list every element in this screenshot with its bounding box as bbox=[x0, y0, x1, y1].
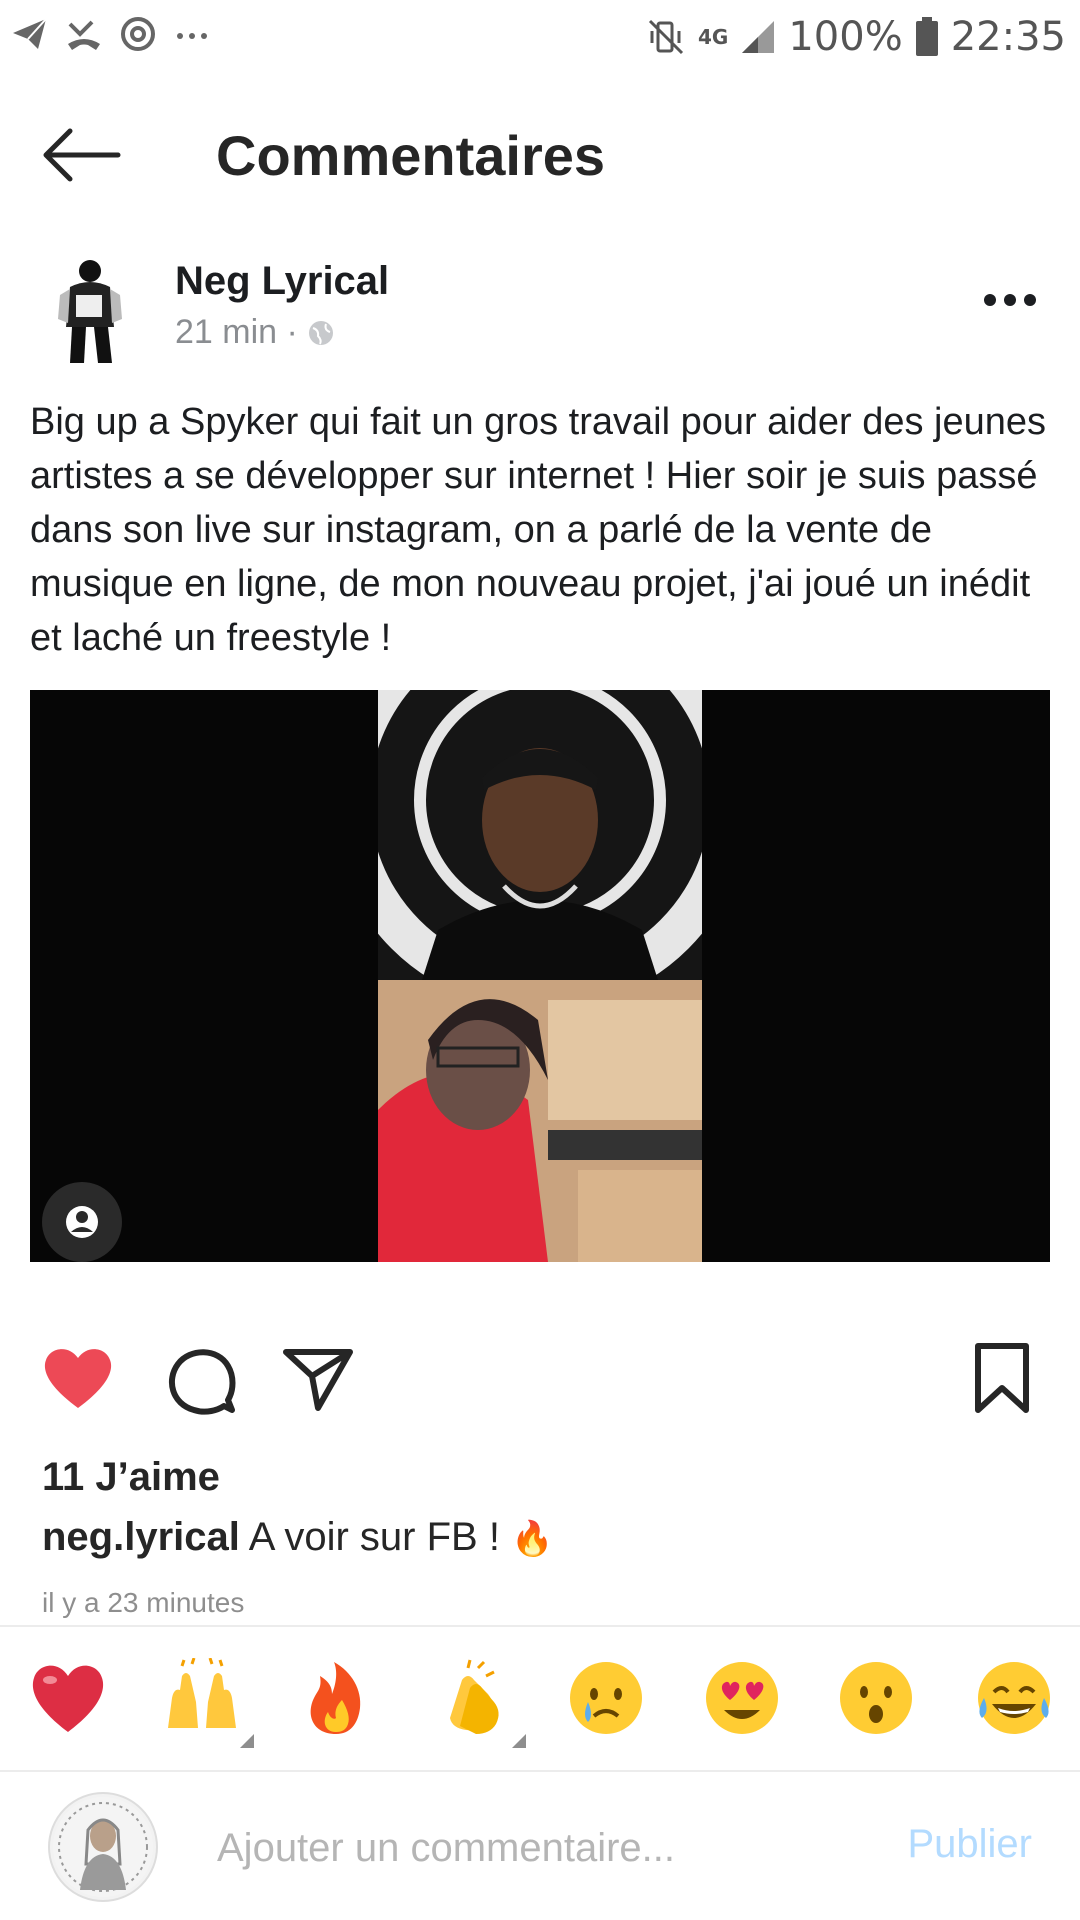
comment-composer: Publier bbox=[0, 1772, 1080, 1920]
post-meta: 21 min · bbox=[175, 313, 336, 352]
quick-reactions bbox=[0, 1630, 1080, 1770]
status-bar: 4G 100% 22:35 bbox=[0, 0, 1080, 80]
divider bbox=[0, 1625, 1080, 1627]
live-video-top bbox=[330, 690, 750, 1010]
mute-vibrate-icon bbox=[648, 19, 684, 55]
page-title: Commentaires bbox=[216, 124, 606, 187]
comment-icon[interactable] bbox=[162, 1340, 238, 1416]
author-avatar[interactable] bbox=[40, 255, 140, 367]
globe-icon bbox=[308, 320, 333, 345]
caption: neg.lyrical A voir sur FB ! 🔥 bbox=[42, 1515, 553, 1560]
likes-count[interactable]: 11 J’aime bbox=[42, 1455, 220, 1500]
app-header: Commentaires bbox=[0, 95, 1080, 215]
surprised-face-emoji[interactable] bbox=[836, 1658, 916, 1738]
time-ago: il y a 23 minutes bbox=[42, 1587, 245, 1618]
post-text: Big up a Spyker qui fait un gros travail… bbox=[30, 401, 1047, 659]
battery-icon bbox=[915, 17, 938, 56]
post-media[interactable] bbox=[30, 690, 1050, 1262]
clapping-hands-emoji[interactable] bbox=[432, 1658, 512, 1738]
battery-percent: 100% bbox=[788, 14, 903, 60]
bookmark-icon[interactable] bbox=[970, 1340, 1034, 1416]
caption-text: A voir sur FB ! bbox=[248, 1515, 512, 1559]
raising-hands-emoji[interactable] bbox=[162, 1658, 242, 1738]
clock: 22:35 bbox=[950, 14, 1066, 60]
more-notifications-icon bbox=[177, 33, 207, 39]
fire-emoji: 🔥 bbox=[511, 1520, 554, 1558]
heart-icon[interactable] bbox=[40, 1340, 116, 1416]
heart-eyes-emoji[interactable] bbox=[702, 1658, 782, 1738]
caption-username[interactable]: neg.lyrical bbox=[42, 1515, 240, 1559]
tears-of-joy-emoji[interactable] bbox=[974, 1658, 1054, 1738]
user-icon bbox=[66, 1206, 98, 1238]
long-press-indicator-icon-2 bbox=[512, 1734, 526, 1748]
publish-button[interactable]: Publier bbox=[907, 1822, 1032, 1867]
comment-input[interactable] bbox=[215, 1812, 859, 1884]
missed-call-icon bbox=[68, 20, 100, 50]
back-arrow-icon[interactable] bbox=[38, 125, 128, 185]
share-icon[interactable] bbox=[280, 1340, 356, 1416]
my-avatar bbox=[48, 1792, 158, 1902]
signal-icon bbox=[742, 21, 775, 53]
tagged-user-button[interactable] bbox=[42, 1182, 122, 1262]
network-type: 4G bbox=[698, 25, 729, 49]
author-name[interactable]: Neg Lyrical bbox=[175, 259, 389, 304]
telegram-icon bbox=[13, 18, 47, 49]
red-heart-emoji[interactable] bbox=[28, 1658, 108, 1738]
long-press-indicator-icon bbox=[240, 1734, 254, 1748]
live-video-bottom bbox=[378, 980, 702, 1262]
post-header: Neg Lyrical 21 min · bbox=[0, 245, 1080, 375]
fire-reaction-emoji[interactable] bbox=[296, 1658, 376, 1738]
post-actions bbox=[0, 1340, 1080, 1430]
crying-face-emoji[interactable] bbox=[566, 1658, 646, 1738]
more-options-icon[interactable] bbox=[980, 285, 1040, 315]
data-saver-icon bbox=[121, 17, 155, 51]
post-time: 21 min · bbox=[175, 313, 298, 351]
